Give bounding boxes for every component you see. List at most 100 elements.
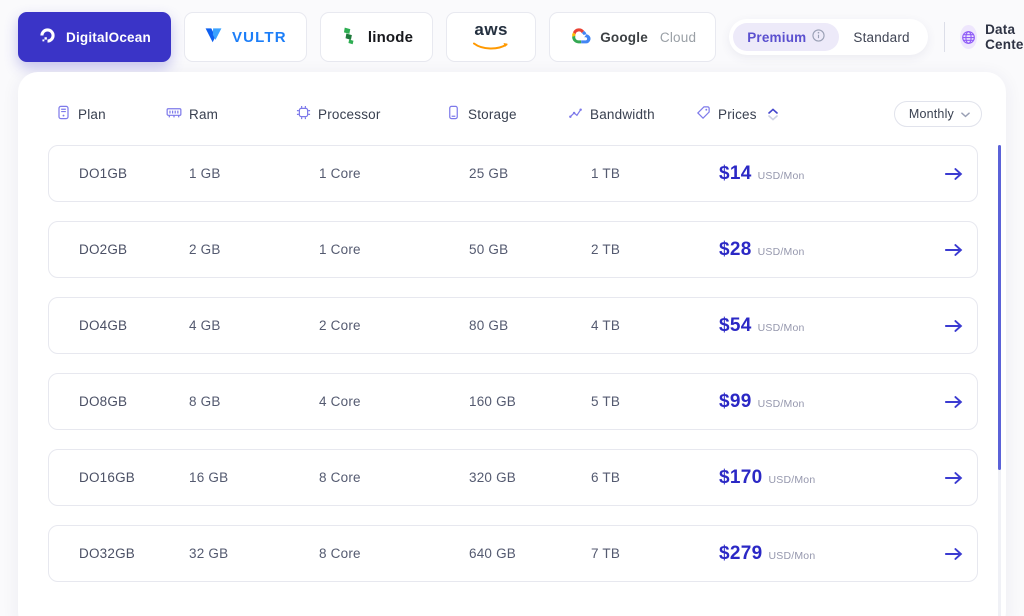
processor-value: 8 Core [319,470,361,485]
price-cell: $99 USD/Mon [719,391,883,413]
scrollbar-track[interactable] [998,145,1001,616]
aws-smile-icon [473,38,509,54]
data-centers-button[interactable]: Data Centers [960,22,1024,52]
price-unit: USD/Mon [757,245,805,258]
tab-label-google: Google [600,29,648,45]
ram-value: 2 GB [189,242,221,257]
price-value: $170 [719,466,763,488]
premium-toggle[interactable]: Premium [733,23,840,51]
tag-icon [696,105,711,123]
cpu-icon [296,105,311,123]
google-cloud-logo-icon [569,27,591,47]
tab-aws[interactable]: aws [446,12,537,62]
processor-value: 4 Core [319,394,361,409]
tab-label: DigitalOcean [66,29,151,45]
top-right-controls: Premium Standard Data Cente [729,19,1024,55]
plan-row[interactable]: DO4GB 4 GB 2 Core 80 GB 4 TB $54 USD/Mon [48,297,978,354]
plan-row[interactable]: DO2GB 2 GB 1 Core 50 GB 2 TB $28 USD/Mon [48,221,978,278]
bandwidth-value: 6 TB [591,470,621,485]
info-icon[interactable] [812,29,825,45]
tab-digitalocean[interactable]: DigitalOcean [18,12,171,62]
processor-value: 1 Core [319,242,361,257]
chevron-down-icon [961,107,970,121]
divider [943,22,945,52]
provider-tab-bar: DigitalOcean VULTR linode aws Google Clo… [18,12,1024,62]
bandwidth-value: 4 TB [591,318,621,333]
plan-rows: DO1GB 1 GB 1 Core 25 GB 1 TB $14 USD/Mon… [48,145,978,582]
arrow-right-icon[interactable] [883,167,963,181]
plan-name: DO16GB [79,470,135,485]
plan-name: DO32GB [79,546,135,561]
price-unit: USD/Mon [757,169,805,182]
pricing-table-card: Plan Ram Processor Storage Bandwidth Pri… [18,72,1006,616]
storage-value: 25 GB [469,166,509,181]
bandwidth-value: 7 TB [591,546,621,561]
arrow-right-icon[interactable] [883,243,963,257]
ram-value: 32 GB [189,546,229,561]
bandwidth-value: 1 TB [591,166,621,181]
price-value: $28 [719,238,752,260]
tab-label: linode [367,28,414,46]
ram-value: 8 GB [189,394,221,409]
standard-toggle[interactable]: Standard [839,24,923,51]
ram-value: 16 GB [189,470,229,485]
price-cell: $54 USD/Mon [719,315,883,337]
plan-name: DO8GB [79,394,128,409]
standard-label: Standard [853,29,910,45]
price-value: $279 [719,542,763,564]
tab-label-cloud: Cloud [659,29,697,45]
tab-linode[interactable]: linode [319,12,434,62]
processor-value: 2 Core [319,318,361,333]
price-unit: USD/Mon [768,473,816,486]
plan-row[interactable]: DO32GB 32 GB 8 Core 640 GB 7 TB $279 USD… [48,525,978,582]
column-header-processor: Processor [296,105,468,123]
drive-icon [446,105,461,123]
table-header: Plan Ram Processor Storage Bandwidth Pri… [18,100,1006,128]
storage-value: 50 GB [469,242,509,257]
sort-chevrons-icon[interactable] [767,107,778,121]
price-unit: USD/Mon [768,549,816,562]
premium-label: Premium [747,29,807,45]
price-value: $99 [719,390,752,412]
digitalocean-logo-icon [38,26,57,48]
plan-row[interactable]: DO1GB 1 GB 1 Core 25 GB 1 TB $14 USD/Mon [48,145,978,202]
price-cell: $279 USD/Mon [719,543,883,565]
aws-logo-text: aws [474,19,509,39]
memory-icon [166,105,182,123]
storage-value: 80 GB [469,318,509,333]
plan-name: DO2GB [79,242,128,257]
price-unit: USD/Mon [757,321,805,334]
plan-row[interactable]: DO8GB 8 GB 4 Core 160 GB 5 TB $99 USD/Mo… [48,373,978,430]
ram-value: 1 GB [189,166,221,181]
processor-value: 8 Core [319,546,361,561]
price-cell: $28 USD/Mon [719,239,883,261]
storage-value: 640 GB [469,546,516,561]
globe-icon [960,25,978,49]
plan-name: DO4GB [79,318,128,333]
linode-logo-icon [340,26,359,48]
data-centers-label: Data Centers [985,22,1024,52]
tier-toggle: Premium Standard [729,19,928,55]
storage-value: 160 GB [469,394,516,409]
ram-value: 4 GB [189,318,221,333]
bandwidth-value: 5 TB [591,394,621,409]
arrow-right-icon[interactable] [883,395,963,409]
arrow-right-icon[interactable] [883,547,963,561]
price-value: $14 [719,162,752,184]
arrow-right-icon[interactable] [883,319,963,333]
storage-value: 320 GB [469,470,516,485]
processor-value: 1 Core [319,166,361,181]
price-unit: USD/Mon [757,397,805,410]
price-value: $54 [719,314,752,336]
column-header-prices: Prices [696,105,870,123]
plan-row[interactable]: DO16GB 16 GB 8 Core 320 GB 6 TB $170 USD… [48,449,978,506]
vultr-logo-icon [204,26,223,48]
tab-google-cloud[interactable]: Google Cloud [549,12,717,62]
scrollbar-thumb[interactable] [998,145,1001,470]
plan-name: DO1GB [79,166,128,181]
arrow-right-icon[interactable] [883,471,963,485]
price-cell: $14 USD/Mon [719,163,883,185]
billing-period-dropdown[interactable]: Monthly [893,101,982,127]
server-icon [56,105,71,123]
tab-vultr[interactable]: VULTR [183,12,307,62]
